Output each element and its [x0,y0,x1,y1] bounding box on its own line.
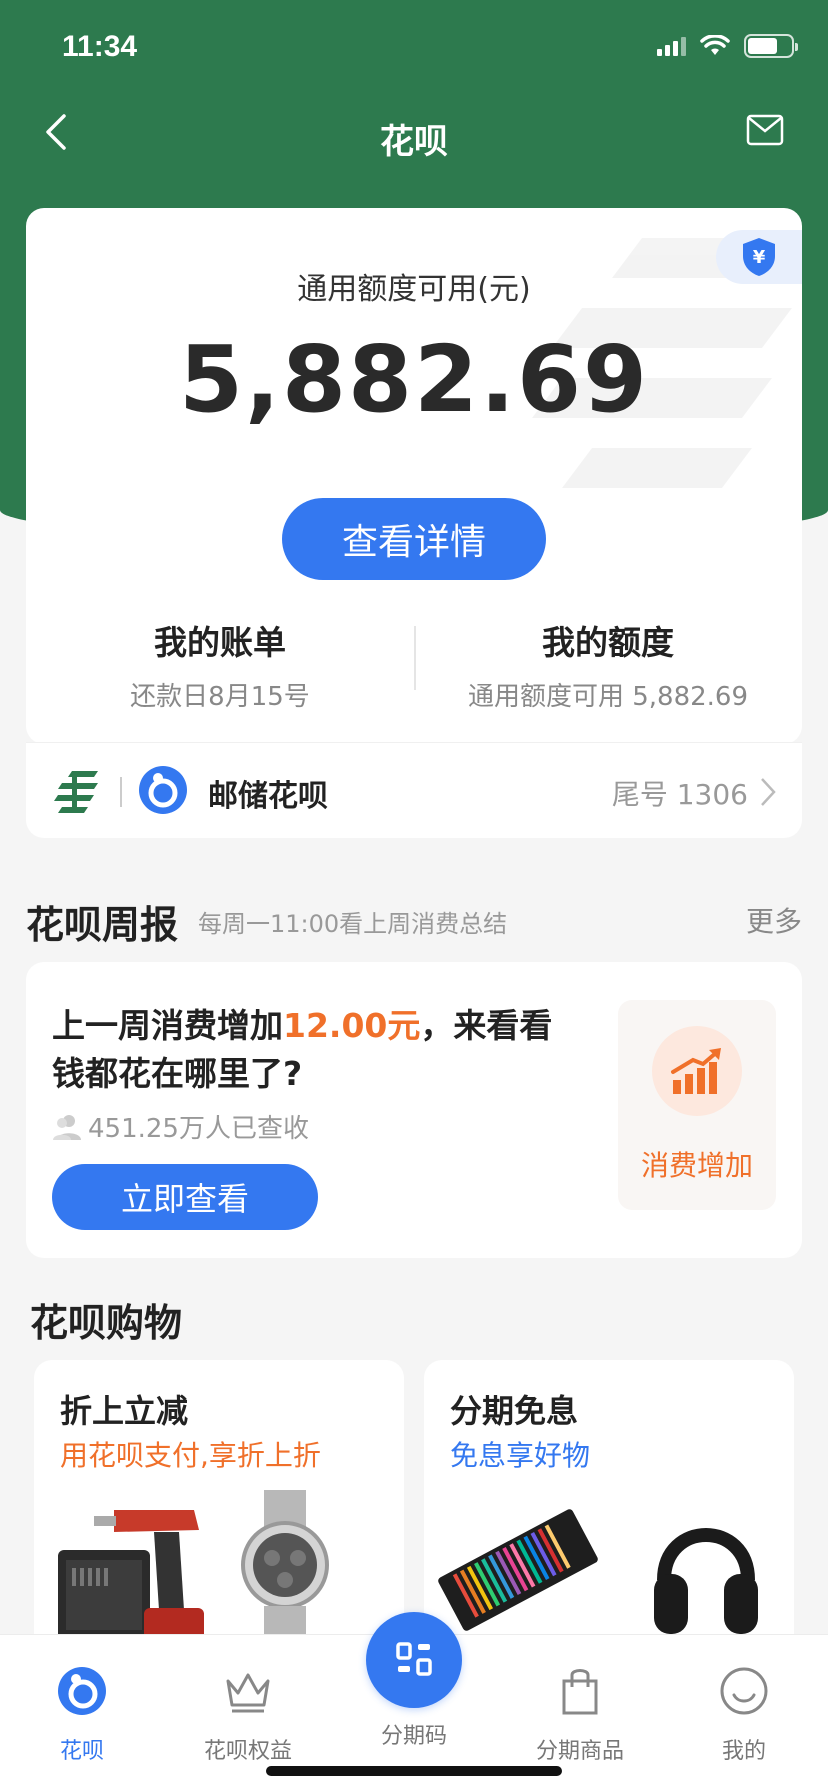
mail-icon[interactable] [746,114,784,146]
available-credit-label: 通用额度可用(元) [297,272,531,307]
readers-count: 451.25万人已查收 [52,1108,309,1145]
view-now-button[interactable]: 立即查看 [52,1164,318,1230]
weekly-report-title: 花呗周报 [26,903,179,947]
shopping-bag-icon [562,1669,598,1715]
credit-card: ¥ 通用额度可用(元) 5,882.69 查看详情 我的账单 还款日8月15号 … [26,208,802,744]
colored-pencils-product-image [438,1509,598,1631]
status-icons [657,34,798,58]
chevron-right-icon [761,778,776,806]
my-quota[interactable]: 我的额度 通用额度可用 5,882.69 [414,616,802,713]
spend-chart-circle [652,1026,742,1116]
my-quota-title: 我的额度 [542,623,674,662]
view-details-button[interactable]: 查看详情 [282,498,546,580]
shopping-title: 花呗购物 [30,1301,183,1345]
user-icon [53,1114,81,1140]
spend-increase-amount: 12.00元 [283,1006,421,1045]
my-quota-subtitle: 通用额度可用 5,882.69 [467,682,749,712]
my-bill-title: 我的账单 [154,623,286,662]
nav-bar: 花呗 [0,100,828,200]
tab-mine[interactable]: 我的 [684,1665,804,1765]
weekly-text-before: 上一周消费增加 [52,1006,283,1045]
discount-card[interactable]: 折上立减 用花呗支付,享折上折 [34,1360,404,1680]
my-bill-subtitle: 还款日8月15号 [130,682,310,712]
huabei-icon [58,1667,106,1715]
signal-icon [657,36,686,56]
tab-huabei-label: 花呗 [59,1739,104,1764]
tab-huabei[interactable]: 花呗 [22,1665,142,1765]
tab-benefits[interactable]: 花呗权益 [188,1665,308,1765]
more-link[interactable]: 更多 [746,900,802,940]
bank-separator [120,777,122,807]
tab-installment-goods-label: 分期商品 [535,1739,624,1764]
readers-text: 451.25万人已查收 [88,1114,309,1144]
discount-card-subtitle: 用花呗支付,享折上折 [60,1439,321,1472]
tab-benefits-label: 花呗权益 [203,1739,292,1764]
postal-bank-logo-icon [54,771,98,813]
installment-card[interactable]: 分期免息 免息享好物 [424,1360,794,1680]
bank-strip[interactable]: 邮储花呗 尾号 1306 [26,742,802,838]
tab-installment-code-label: 分期码 [380,1724,447,1749]
tab-installment-goods[interactable]: 分期商品 [520,1665,640,1765]
weekly-report-subtitle: 每周一11:00看上周消费总结 [198,910,508,938]
home-indicator [266,1766,562,1776]
spend-increase-label: 消费增加 [640,1149,753,1182]
my-bill[interactable]: 我的账单 还款日8月15号 [26,616,414,713]
smiley-icon [720,1667,768,1715]
installment-card-subtitle: 免息享好物 [450,1439,591,1472]
page-title: 花呗 [380,122,448,162]
discount-card-title: 折上立减 [60,1392,189,1430]
bank-name: 邮储花呗 [208,779,328,814]
available-credit-amount: 5,882.69 [179,326,649,433]
status-bar: 11:34 [0,0,828,100]
tab-mine-label: 我的 [721,1739,766,1764]
wifi-icon [700,35,730,55]
qr-code-icon [396,1642,432,1676]
spend-increase-badge[interactable]: 消费增加 [618,1000,776,1210]
crown-icon [226,1673,270,1713]
weekly-summary: 上一周消费增加12.00元，来看看钱都花在哪里了? [52,1002,572,1098]
status-time: 11:34 [62,30,138,63]
installment-card-title: 分期免息 [450,1392,579,1430]
huabei-logo-icon [139,766,187,814]
card-tail-number: 尾号 1306 [611,778,748,811]
installment-code-button[interactable] [366,1612,462,1708]
battery-icon [744,34,798,58]
weekly-report-card[interactable]: 上一周消费增加12.00元，来看看钱都花在哪里了? 451.25万人已查收 立即… [26,962,802,1258]
rising-chart-icon [671,1048,721,1094]
